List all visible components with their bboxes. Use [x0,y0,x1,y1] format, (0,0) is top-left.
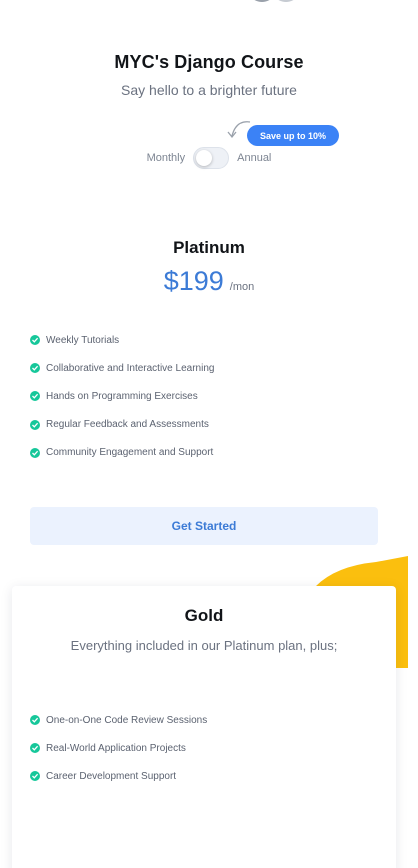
feature-label: Regular Feedback and Assessments [46,419,209,431]
feature-label: Hands on Programming Exercises [46,390,198,402]
toggle-knob [196,150,213,166]
feature-label: Real-World Application Projects [46,742,186,754]
gold-plan-card: Gold Everything included in our Platinum… [12,586,396,868]
check-circle-icon [30,391,40,402]
page-subtitle: Say hello to a brighter future [121,82,297,98]
feature-item: Weekly Tutorials [30,326,214,354]
feature-label: One-on-One Code Review Sessions [46,714,208,726]
get-started-button[interactable]: Get Started [30,507,378,545]
check-circle-icon [30,447,40,458]
feature-label: Weekly Tutorials [46,334,120,346]
billing-toggle-row: Monthly Annual [0,147,418,169]
feature-item: Career Development Support [30,762,207,790]
check-circle-icon [30,743,40,754]
save-badge: Save up to 10% [247,125,340,146]
check-circle-icon [30,419,40,430]
gold-plan-title: Gold [184,606,224,625]
feature-label: Collaborative and Interactive Learning [46,362,215,374]
feature-item: Regular Feedback and Assessments [30,411,214,439]
feature-item: Real-World Application Projects [30,734,207,762]
gold-plan-subtitle: Everything included in our Platinum plan… [70,638,338,653]
feature-label: Community Engagement and Support [46,447,214,459]
gold-feature-list: One-on-One Code Review Sessions Real-Wor… [30,706,207,791]
check-circle-icon [30,335,40,346]
billing-toggle[interactable] [193,147,230,169]
platinum-feature-list: Weekly Tutorials Collaborative and Inter… [30,326,214,467]
feature-item: Community Engagement and Support [30,439,214,467]
check-circle-icon [30,363,40,374]
check-circle-icon [30,771,40,782]
platinum-price: $199 [163,266,224,296]
feature-item: One-on-One Code Review Sessions [30,706,207,734]
feature-item: Collaborative and Interactive Learning [30,354,214,382]
feature-item: Hands on Programming Exercises [30,382,214,410]
feature-label: Career Development Support [46,770,177,782]
page-title: MYC's Django Course [114,52,304,72]
platinum-price-period: /mon [229,281,255,293]
platinum-price-row: $199 /mon [0,266,418,297]
top-decoration [254,0,294,2]
platinum-plan-title: Platinum [173,238,245,257]
check-circle-icon [30,715,40,726]
annual-label[interactable]: Annual [237,152,271,164]
monthly-label[interactable]: Monthly [147,152,186,164]
